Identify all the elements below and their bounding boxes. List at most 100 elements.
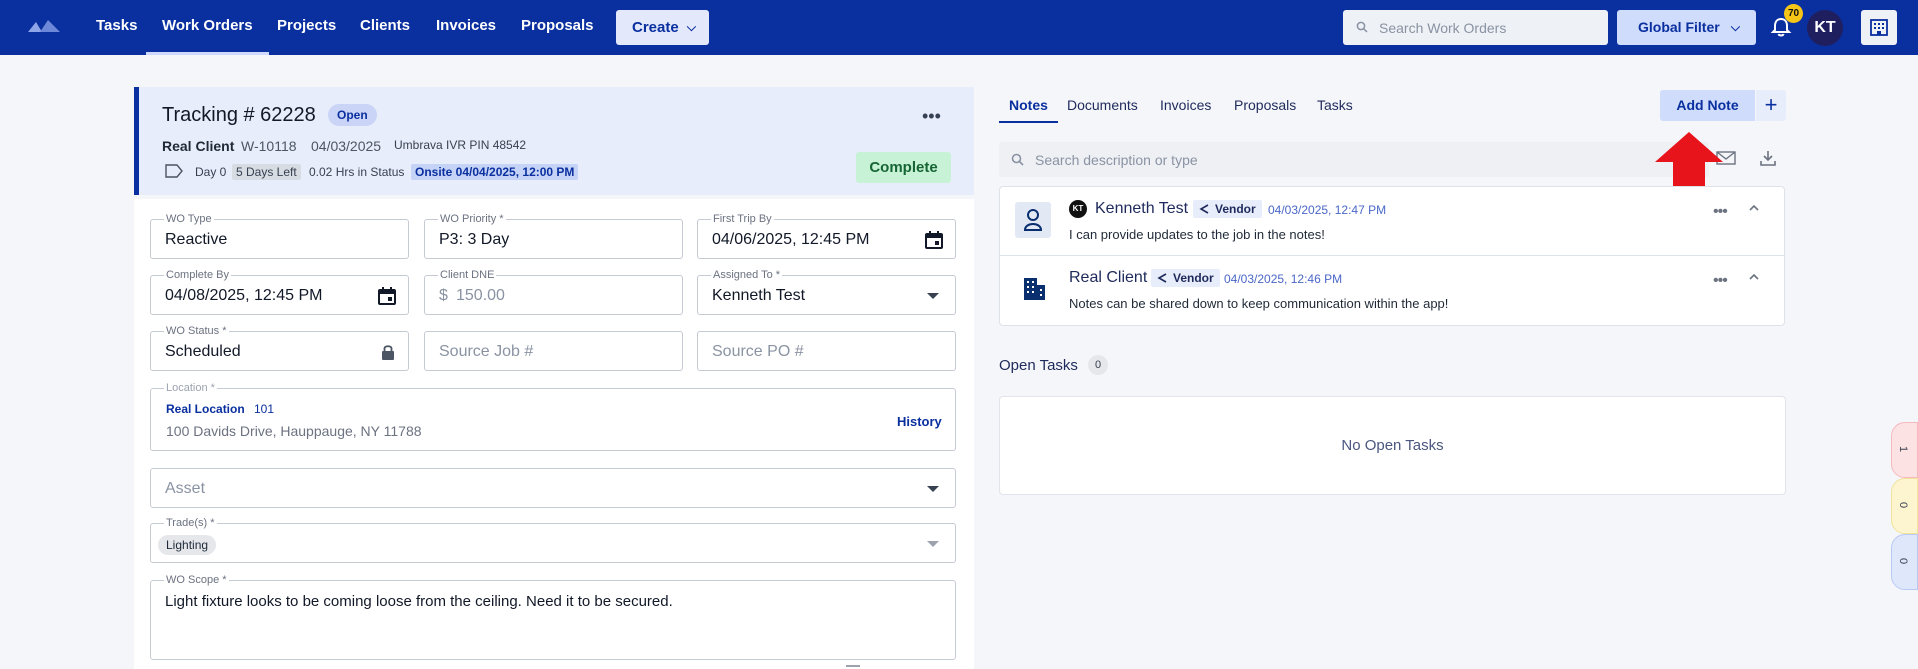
tab-documents[interactable]: Documents [1057,87,1148,123]
trades-label: Trade(s) * [164,517,217,529]
notes-search-box[interactable] [999,142,1709,177]
client-name[interactable]: Real Client [162,138,234,154]
assigned-to-field[interactable]: Assigned To * Kenneth Test [697,269,956,315]
tab-proposals[interactable]: Proposals [1224,87,1306,123]
client-dne-label: Client DNE [438,269,497,281]
calendar-icon[interactable] [377,286,397,306]
wo-priority-label: WO Priority * [438,213,506,225]
global-filter-label: Global Filter [1638,19,1720,35]
location-number: 101 [254,402,275,416]
nav-work-orders[interactable]: Work Orders [146,0,269,55]
vendor-chip[interactable]: Vendor [1151,269,1220,287]
dropdown-caret-icon [927,293,939,299]
assigned-to-value: Kenneth Test [712,287,806,304]
user-avatar [1015,202,1051,238]
more-options-icon[interactable]: ••• [922,106,946,126]
note-author: Kenneth Test [1095,200,1189,217]
complete-by-label: Complete By [164,269,231,281]
location-address: 100 Davids Drive, Hauppauge, NY 11788 [166,423,422,439]
notes-search-input[interactable] [1035,142,1535,177]
location-label: Location * [164,382,217,394]
first-trip-field[interactable]: First Trip By 04/06/2025, 12:45 PM [697,213,956,259]
location-history-link[interactable]: History [897,414,942,429]
chevron-up-icon[interactable] [1748,272,1760,282]
hrs-in-status: 0.02 Hrs in Status [309,165,405,179]
create-button[interactable]: Create ⌵ [616,10,709,45]
edge-count-pill-red[interactable]: 1 [1891,422,1918,478]
tag-icon[interactable] [165,164,183,178]
onsite-chip-wrap: Onsite 04/04/2025, 12:00 PM [411,164,579,180]
source-po-field[interactable]: Source PO # [697,331,956,371]
notes-list: KT Kenneth Test Vendor 04/03/2025, 12:47… [999,186,1785,326]
wo-type-label: WO Type [164,213,214,225]
user-avatar[interactable]: KT [1807,10,1843,46]
complete-by-field[interactable]: Complete By 04/08/2025, 12:45 PM [150,269,409,315]
note-item[interactable]: KT Kenneth Test Vendor 04/03/2025, 12:47… [1000,187,1784,256]
vendor-chip[interactable]: Vendor [1193,200,1262,218]
nav-projects[interactable]: Projects [277,0,336,55]
nav-proposals[interactable]: Proposals [521,0,594,55]
vendor-chip-label: Vendor [1215,202,1256,216]
client-dne-field[interactable]: Client DNE $ 150.00 [424,269,683,315]
organization-button[interactable] [1861,10,1897,45]
trades-select[interactable]: Trade(s) * Lighting [150,517,956,563]
first-trip-label: First Trip By [711,213,774,225]
add-note-button[interactable]: Add Note [1660,90,1755,121]
wo-priority-value: P3: 3 Day [439,231,510,248]
client-avatar [1015,271,1051,307]
wo-number: W-10118 [241,138,297,154]
dropdown-caret-icon [927,541,939,547]
trade-chip[interactable]: Lighting [158,535,217,555]
edge-count-pill-blue[interactable]: 0 [1891,534,1918,590]
add-note-plus-button[interactable]: + [1756,90,1786,121]
lock-icon [382,345,394,360]
wo-scope-label: WO Scope * [164,574,229,586]
chevron-up-icon[interactable] [1748,203,1760,213]
wo-priority-field[interactable]: WO Priority * P3: 3 Day [424,213,683,259]
client-dne-placeholder: 150.00 [456,287,505,304]
days-left-chip-wrap: 5 Days Left [232,164,301,180]
building-icon [1024,278,1045,300]
note-text: Notes can be shared down to keep communi… [1069,296,1449,311]
more-options-icon[interactable]: ••• [1713,272,1728,290]
wo-type-value: Reactive [165,231,228,248]
top-nav-bar: Tasks Work Orders Projects Clients Invoi… [0,0,1918,55]
nav-tasks[interactable]: Tasks [96,0,137,55]
source-job-placeholder: Source Job # [439,343,534,360]
wo-scope-field[interactable]: WO Scope * Light fixture looks to be com… [150,574,956,660]
more-options-icon[interactable]: ••• [1713,203,1728,221]
download-icon[interactable] [1759,149,1777,167]
edge-count: 0 [1897,501,1910,509]
global-filter-button[interactable]: Global Filter ⌵ [1617,10,1756,45]
wo-scope-text[interactable]: Light fixture looks to be coming loose f… [165,593,673,610]
source-job-field[interactable]: Source Job # [424,331,683,371]
tab-notes[interactable]: Notes [999,87,1058,123]
app-logo-icon[interactable] [26,19,62,33]
nav-clients[interactable]: Clients [360,0,410,55]
wo-type-field[interactable]: WO Type Reactive [150,213,409,259]
work-order-search[interactable] [1343,10,1608,45]
search-input[interactable] [1379,10,1599,45]
open-tasks-heading: Open Tasks [999,357,1078,374]
calendar-icon[interactable] [924,230,944,250]
location-name[interactable]: Real Location [166,402,245,416]
tab-invoices[interactable]: Invoices [1150,87,1221,123]
location-field[interactable]: Location * Real Location 101 100 Davids … [150,382,956,451]
chevron-down-icon: ⌵ [686,20,696,34]
asset-placeholder: Asset [165,480,206,497]
user-icon [1023,209,1043,231]
asset-select[interactable]: Asset [150,468,956,508]
building-icon [1870,19,1888,36]
edge-count-pill-yellow[interactable]: 0 [1891,478,1918,534]
nav-invoices[interactable]: Invoices [436,0,496,55]
open-tasks-count-badge: 0 [1088,355,1108,375]
resize-handle[interactable] [846,665,860,667]
day-count: Day 0 [195,165,227,179]
complete-button[interactable]: Complete [856,152,951,183]
note-date: 04/03/2025, 12:47 PM [1268,203,1387,217]
share-icon [1199,204,1209,214]
tab-tasks[interactable]: Tasks [1307,87,1363,123]
note-text: I can provide updates to the job in the … [1069,227,1325,242]
note-item[interactable]: Real Client Vendor 04/03/2025, 12:46 PM … [1000,256,1784,325]
wo-status-field[interactable]: WO Status * Scheduled [150,325,409,371]
